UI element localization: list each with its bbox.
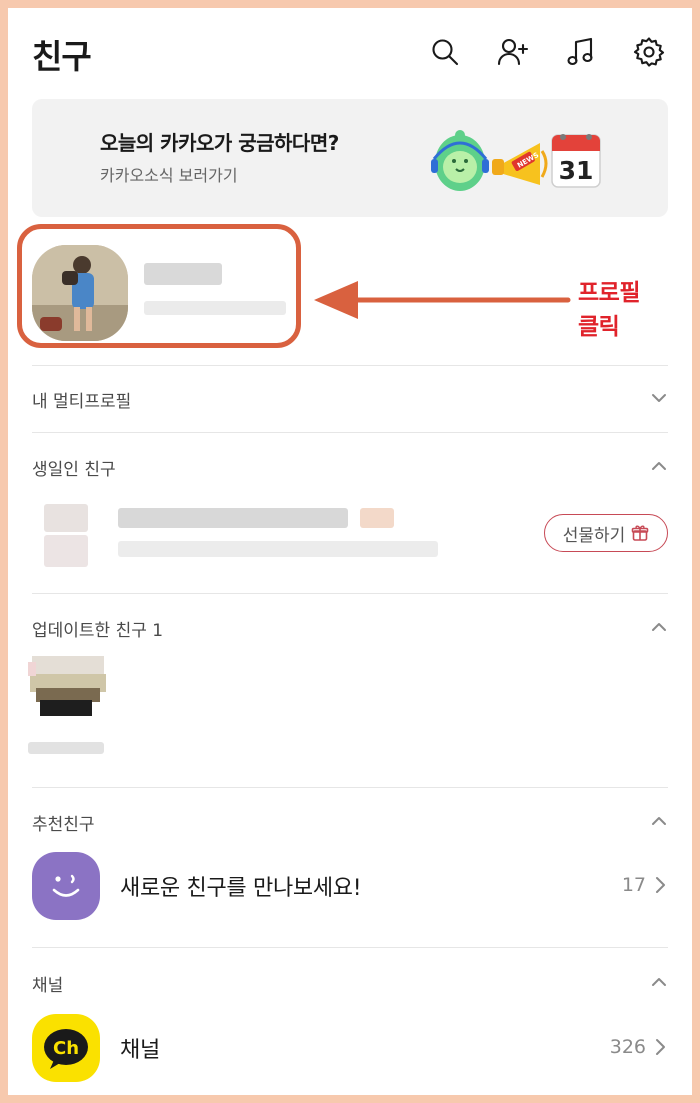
smile-face-icon	[32, 852, 100, 920]
page-title: 친구	[32, 37, 92, 76]
divider	[32, 787, 668, 788]
gift-icon	[631, 525, 649, 541]
birthday-avatar-blurred	[44, 504, 88, 532]
callout-line-1: 프로필	[578, 280, 640, 306]
section-label: 채널	[32, 976, 64, 996]
section-label: 생일인 친구	[32, 460, 116, 480]
channel-row[interactable]: Ch 채널 326	[32, 1014, 668, 1084]
character-icon	[431, 130, 489, 191]
divider	[32, 593, 668, 594]
gift-button[interactable]: 선물하기	[544, 514, 668, 552]
banner-title: 오늘의 카카오가 궁금하다면?	[100, 131, 339, 155]
section-multi-profile[interactable]: 내 멀티프로필	[32, 381, 668, 415]
section-birthday[interactable]: 생일인 친구	[32, 449, 668, 483]
chevron-up-icon	[650, 812, 668, 830]
section-channel[interactable]: 채널	[32, 965, 668, 999]
recommended-friends-row[interactable]: 새로운 친구를 만나보세요! 17	[32, 852, 668, 922]
svg-text:Ch: Ch	[53, 1038, 79, 1059]
chevron-up-icon	[650, 618, 668, 636]
settings-icon[interactable]	[632, 35, 666, 69]
chevron-right-icon	[652, 1037, 668, 1057]
section-label: 업데이트한 친구 1	[32, 621, 164, 641]
divider	[32, 432, 668, 433]
profile-highlight-box[interactable]	[17, 224, 301, 348]
section-recommended[interactable]: 추천친구	[32, 804, 668, 838]
music-icon[interactable]	[564, 35, 598, 69]
chevron-down-icon	[650, 389, 668, 407]
chevron-up-icon	[650, 457, 668, 475]
kakao-channel-icon: Ch	[32, 1014, 100, 1082]
chevron-right-icon	[652, 875, 668, 895]
channel-title: 채널	[120, 1038, 160, 1063]
divider	[32, 947, 668, 948]
birthday-avatar-blurred	[44, 535, 88, 567]
megaphone-icon: NEWS	[492, 143, 548, 185]
banner-illustration: NEWS 31	[431, 130, 601, 191]
recommended-count: 17	[621, 874, 646, 896]
add-friend-icon[interactable]	[496, 35, 530, 69]
birthday-name-blurred	[118, 508, 348, 528]
birthday-emoji-blurred	[360, 508, 394, 528]
section-updated-friends[interactable]: 업데이트한 친구 1	[32, 610, 668, 644]
kakao-news-banner[interactable]: 오늘의 카카오가 궁금하다면? 카카오소식 보러가기 NEWS 31	[32, 99, 668, 217]
updated-friend-name-blurred	[28, 742, 104, 754]
divider	[32, 365, 668, 366]
callout-text: 프로필 클릭	[578, 276, 640, 344]
channel-count: 326	[609, 1036, 646, 1058]
banner-subtitle: 카카오소식 보러가기	[100, 166, 238, 185]
arrow-left-icon	[314, 281, 571, 319]
search-icon[interactable]	[428, 35, 462, 69]
birthday-message-blurred	[118, 541, 438, 557]
header: 친구	[8, 8, 692, 98]
recommended-title: 새로운 친구를 만나보세요!	[120, 876, 362, 901]
updated-friend-avatar-blurred	[28, 652, 108, 732]
callout-line-2: 클릭	[578, 314, 620, 340]
section-label: 추천친구	[32, 815, 95, 835]
calendar-day: 31	[559, 156, 594, 185]
calendar-icon: 31	[551, 134, 601, 188]
friends-screen: 친구 오늘의 카카오가 궁금하다면? 카카오소식 보러가기 NEWS 31 프로…	[8, 8, 692, 1095]
section-label: 내 멀티프로필	[32, 392, 132, 412]
chevron-up-icon	[650, 973, 668, 991]
gift-button-label: 선물하기	[562, 525, 626, 546]
